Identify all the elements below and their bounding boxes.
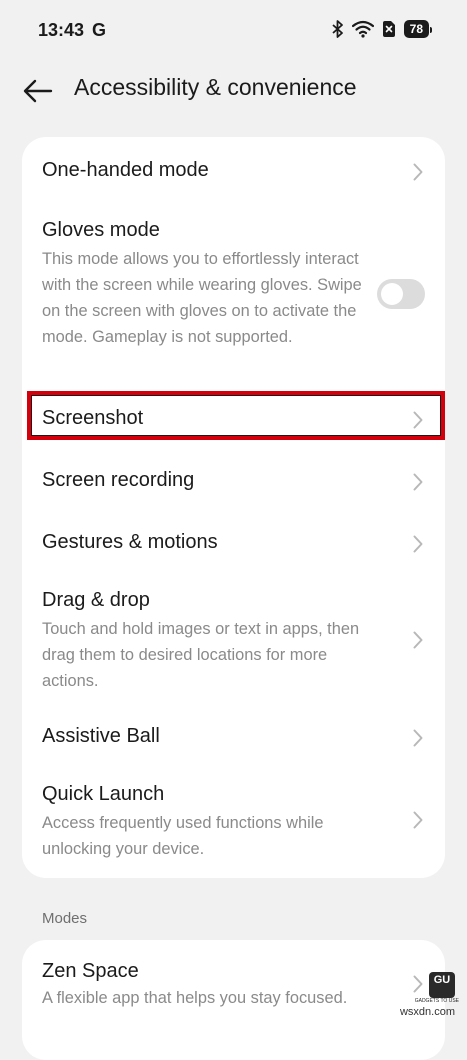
item-description: Touch and hold images or text in apps, t… xyxy=(42,620,360,690)
assistive-ball-item[interactable]: Assistive Ball xyxy=(22,705,445,767)
item-description: This mode allows you to effortlessly int… xyxy=(42,250,362,346)
chevron-right-icon xyxy=(413,811,423,829)
item-title: Gestures & motions xyxy=(42,531,218,553)
chevron-right-icon xyxy=(413,473,423,491)
page-title: Accessibility & convenience xyxy=(74,74,357,100)
drag-drop-item[interactable]: Drag & drop Touch and hold images or tex… xyxy=(22,575,445,705)
modes-section-label: Modes xyxy=(42,910,88,927)
google-notification-icon: G xyxy=(92,20,107,40)
item-title: Zen Space xyxy=(42,960,139,982)
back-arrow-icon[interactable] xyxy=(22,76,54,106)
status-bar: 13:43 G 78 xyxy=(0,0,467,62)
screen-recording-item[interactable]: Screen recording xyxy=(22,451,445,513)
gestures-motions-item[interactable]: Gestures & motions xyxy=(22,513,445,575)
zen-space-item[interactable]: Zen Space A flexible app that helps you … xyxy=(22,940,445,1024)
chevron-right-icon xyxy=(413,975,423,993)
bluetooth-icon xyxy=(332,20,343,38)
wifi-icon xyxy=(351,20,374,38)
gloves-mode-toggle[interactable] xyxy=(377,279,425,309)
item-title: Drag & drop xyxy=(42,589,150,611)
settings-card: One-handed mode Gloves mode This mode al… xyxy=(22,137,445,878)
item-description: A flexible app that helps you stay focus… xyxy=(42,989,348,1007)
item-title: Gloves mode xyxy=(42,219,160,241)
item-title: Quick Launch xyxy=(42,783,165,805)
screenshot-highlight-box xyxy=(27,391,445,440)
one-handed-mode-item[interactable]: One-handed mode xyxy=(22,137,445,207)
chevron-right-icon xyxy=(413,163,423,181)
chevron-right-icon xyxy=(413,729,423,747)
chevron-right-icon xyxy=(413,631,423,649)
item-title: One-handed mode xyxy=(42,159,209,181)
quick-launch-item[interactable]: Quick Launch Access frequently used func… xyxy=(22,767,445,878)
chevron-right-icon xyxy=(413,535,423,553)
watermark-subtitle: GADGETS TO USE xyxy=(414,998,459,1004)
status-time: 13:43 xyxy=(38,20,85,40)
item-description: Access frequently used functions while u… xyxy=(42,814,324,858)
status-icons: 78 xyxy=(332,20,433,38)
site-watermark: wsxdn.com xyxy=(399,1006,455,1018)
app-bar: Accessibility & convenience xyxy=(0,62,467,120)
battery-icon: 78 xyxy=(403,20,433,38)
no-sim-icon xyxy=(382,21,395,37)
item-title: Screen recording xyxy=(42,469,195,491)
toggle-knob xyxy=(381,283,403,305)
gadgets-to-use-logo: GU xyxy=(429,972,455,998)
modes-card: Zen Space A flexible app that helps you … xyxy=(22,940,445,1060)
item-title: Assistive Ball xyxy=(42,725,160,747)
